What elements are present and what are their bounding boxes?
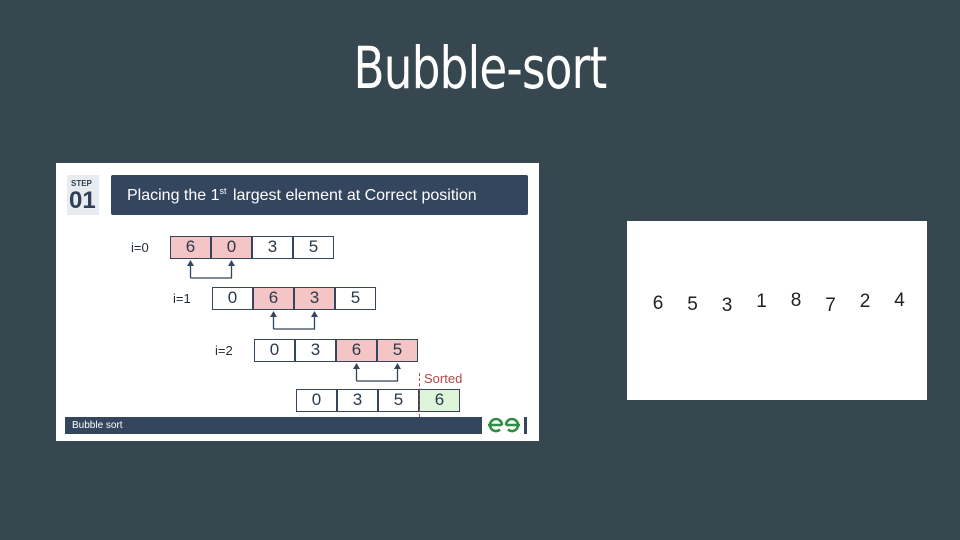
array-cell: 5	[378, 389, 419, 412]
array-value: 8	[790, 290, 802, 311]
array-cell: 0	[296, 389, 337, 412]
sorted-label: Sorted	[424, 371, 463, 386]
array-value: 2	[859, 291, 871, 312]
array-cell: 6	[419, 389, 460, 412]
array-cell: 3	[337, 389, 378, 412]
bubble-sort-diagram: STEP 01 Placing the 1st largest element …	[56, 163, 539, 441]
array-value: 1	[756, 291, 767, 312]
caption-text: Bubble sort	[72, 420, 123, 431]
unsorted-array-values: 6 5 3 1 8 7 2 4	[627, 221, 927, 400]
slide-title: Bubble-sort	[353, 34, 608, 102]
sorted-divider	[419, 373, 420, 417]
array-value: 4	[894, 290, 905, 311]
gfg-logo-icon	[488, 417, 520, 433]
array-value: 6	[652, 293, 664, 314]
array-value: 3	[721, 295, 733, 316]
array-value: 5	[687, 294, 698, 315]
caption-end-bar	[524, 417, 527, 434]
unsorted-array-card: 6 5 3 1 8 7 2 4	[627, 221, 927, 400]
array-value: 7	[825, 295, 836, 316]
caption-bar: Bubble sort	[65, 417, 482, 434]
